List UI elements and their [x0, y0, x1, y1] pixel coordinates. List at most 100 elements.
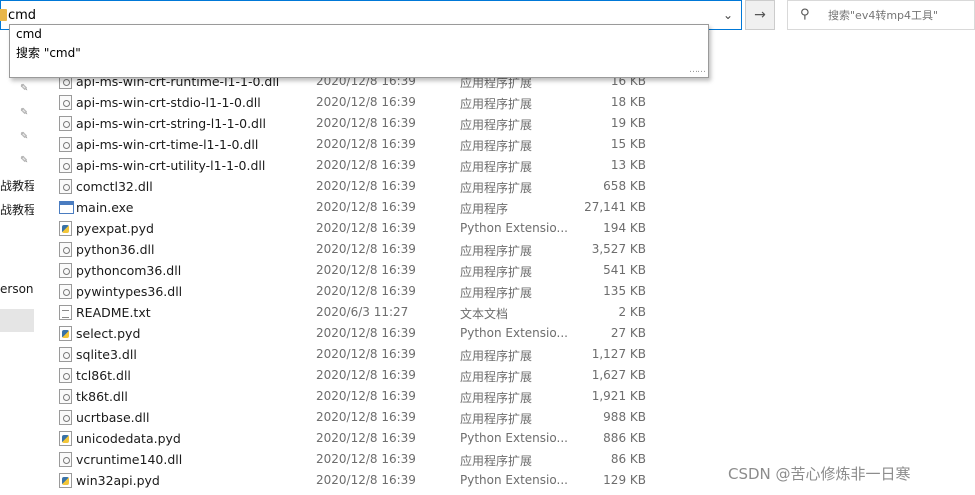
file-name: ucrtbase.dll [76, 410, 150, 425]
nav-item[interactable]: 战教程 [0, 201, 34, 218]
autocomplete-item[interactable]: cmd [16, 27, 42, 41]
file-date: 2020/12/8 16:39 [316, 242, 416, 256]
file-size: 988 KB [603, 410, 646, 424]
address-input[interactable] [8, 4, 698, 26]
pin-icon[interactable]: ✎ [20, 107, 28, 118]
file-name: tcl86t.dll [76, 368, 131, 383]
go-button[interactable]: → [745, 0, 775, 30]
search-box[interactable]: ⚲ [787, 0, 975, 30]
file-size: 1,921 KB [591, 389, 646, 403]
file-date: 2020/12/8 16:39 [316, 263, 416, 277]
file-size: 1,627 KB [591, 368, 646, 382]
file-name: python36.dll [76, 242, 155, 257]
nav-item[interactable]: ersona [0, 282, 34, 296]
file-name: tk86t.dll [76, 389, 128, 404]
arrow-right-icon: → [754, 7, 766, 23]
dll-file-icon [59, 389, 72, 404]
file-row[interactable]: ucrtbase.dll 2020/12/8 16:39 应用程序扩展 988 KB [0, 407, 975, 428]
file-row[interactable]: pyexpat.pyd 2020/12/8 16:39 Python Extensi… [0, 218, 975, 239]
file-type: 应用程序扩展 [460, 349, 533, 363]
dll-file-icon [59, 368, 72, 383]
file-size: 2 KB [618, 305, 646, 319]
file-row[interactable]: comctl32.dll 2020/12/8 16:39 应用程序扩展 658 KB [0, 176, 975, 197]
navigation-pane: ✎ ✎ ✎ ✎ 战教程 战教程 ersona [0, 30, 34, 495]
file-type: 应用程序扩展 [460, 118, 533, 132]
file-date: 2020/12/8 16:39 [316, 452, 416, 466]
file-size: 15 KB [610, 137, 646, 151]
chevron-down-icon[interactable]: ⌄ [714, 1, 742, 29]
file-row[interactable]: pythoncom36.dll 2020/12/8 16:39 应用程序扩展 541 … [0, 260, 975, 281]
pin-icon[interactable]: ✎ [20, 131, 28, 142]
file-size: 13 KB [610, 158, 646, 172]
file-name: unicodedata.pyd [76, 431, 181, 446]
file-size: 129 KB [603, 473, 646, 487]
file-row[interactable]: api-ms-win-crt-utility-l1-1-0.dll 2020/12… [0, 155, 975, 176]
file-type: 应用程序扩展 [460, 412, 533, 426]
file-row[interactable]: api-ms-win-crt-time-l1-1-0.dll 2020/12/8 … [0, 134, 975, 155]
file-type: 应用程序扩展 [460, 160, 533, 174]
python-file-icon [59, 326, 72, 341]
pin-icon[interactable]: ✎ [20, 83, 28, 94]
dll-file-icon [59, 95, 72, 110]
file-type: 应用程序扩展 [460, 286, 533, 300]
file-row[interactable]: api-ms-win-crt-stdio-l1-1-0.dll 2020/12/8… [0, 92, 975, 113]
python-file-icon [59, 221, 72, 236]
file-name: sqlite3.dll [76, 347, 137, 362]
file-date: 2020/12/8 16:39 [316, 116, 416, 130]
file-name: vcruntime140.dll [76, 452, 183, 467]
file-date: 2020/12/8 16:39 [316, 158, 416, 172]
file-date: 2020/12/8 16:39 [316, 200, 416, 214]
file-row[interactable]: tcl86t.dll 2020/12/8 16:39 应用程序扩展 1,627 KB [0, 365, 975, 386]
search-icon: ⚲ [800, 7, 810, 22]
file-date: 2020/12/8 16:39 [316, 179, 416, 193]
file-date: 2020/12/8 16:39 [316, 326, 416, 340]
dll-file-icon [59, 158, 72, 173]
file-row[interactable]: api-ms-win-crt-string-l1-1-0.dll 2020/12/… [0, 113, 975, 134]
nav-item-selected[interactable] [0, 309, 34, 332]
file-row[interactable]: sqlite3.dll 2020/12/8 16:39 应用程序扩展 1,127 KB [0, 344, 975, 365]
python-file-icon [59, 473, 72, 488]
file-date: 2020/12/8 16:39 [316, 410, 416, 424]
file-date: 2020/12/8 16:39 [316, 368, 416, 382]
dll-file-icon [59, 263, 72, 278]
file-row[interactable]: tk86t.dll 2020/12/8 16:39 应用程序扩展 1,921 KB [0, 386, 975, 407]
dll-file-icon [59, 137, 72, 152]
file-row[interactable]: pywintypes36.dll 2020/12/8 16:39 应用程序扩展 135… [0, 281, 975, 302]
file-type: 文本文档 [460, 307, 509, 321]
file-date: 2020/12/8 16:39 [316, 284, 416, 298]
file-type: 应用程序扩展 [460, 370, 533, 384]
file-date: 2020/12/8 16:39 [316, 389, 416, 403]
file-size: 541 KB [603, 263, 646, 277]
file-name: select.pyd [76, 326, 141, 341]
file-row[interactable]: main.exe 2020/12/8 16:39 应用程序 27,141 KB [0, 197, 975, 218]
folder-icon [0, 9, 7, 21]
file-date: 2020/12/8 16:39 [316, 221, 416, 235]
file-type: Python Extensio... [460, 326, 568, 340]
file-type: Python Extensio... [460, 431, 568, 445]
file-row[interactable]: python36.dll 2020/12/8 16:39 应用程序扩展 3,527 K… [0, 239, 975, 260]
file-size: 135 KB [603, 284, 646, 298]
resize-grip-icon[interactable]: …… [689, 65, 706, 75]
file-date: 2020/6/3 11:27 [316, 305, 409, 319]
file-name: win32api.pyd [76, 473, 160, 488]
file-row[interactable]: unicodedata.pyd 2020/12/8 16:39 Python Ext… [0, 428, 975, 449]
pin-icon[interactable]: ✎ [20, 155, 28, 166]
file-name: api-ms-win-crt-time-l1-1-0.dll [76, 137, 259, 152]
dll-file-icon [59, 116, 72, 131]
search-input[interactable] [828, 5, 972, 25]
file-type: Python Extensio... [460, 221, 568, 235]
text-file-icon [59, 305, 72, 320]
file-name: main.exe [76, 200, 134, 215]
file-date: 2020/12/8 16:39 [316, 431, 416, 445]
file-size: 3,527 KB [591, 242, 646, 256]
file-row[interactable]: select.pyd 2020/12/8 16:39 Python Extensio… [0, 323, 975, 344]
file-row[interactable]: README.txt 2020/6/3 11:27 文本文档 2 KB [0, 302, 975, 323]
file-size: 194 KB [603, 221, 646, 235]
file-type: Python Extensio... [460, 473, 568, 487]
file-name: comctl32.dll [76, 179, 153, 194]
file-type: 应用程序扩展 [460, 391, 533, 405]
nav-item[interactable]: 战教程 [0, 177, 34, 194]
file-name: pywintypes36.dll [76, 284, 183, 299]
file-date: 2020/12/8 16:39 [316, 137, 416, 151]
autocomplete-item[interactable]: 搜索 "cmd" [16, 44, 81, 61]
